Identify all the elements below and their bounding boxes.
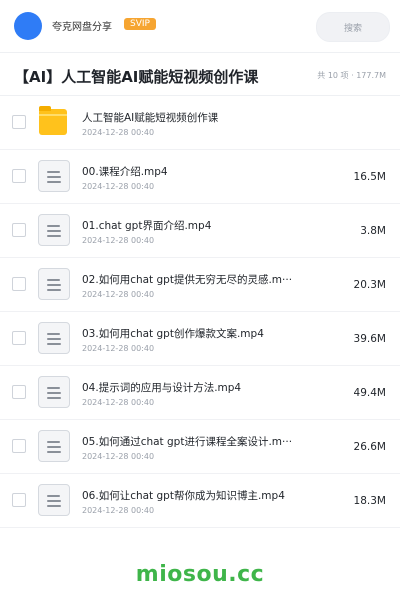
- avatar[interactable]: [14, 12, 42, 40]
- file-date: 2024-12-28 00:40: [82, 290, 155, 299]
- file-date: 2024-12-28 00:40: [82, 128, 155, 137]
- header-bar: 夸克网盘分享 SVIP 搜索: [0, 0, 400, 52]
- search-input[interactable]: 搜索: [316, 12, 390, 42]
- document-icon: [38, 322, 70, 354]
- page-title: 【AI】人工智能AI赋能短视频创作课: [14, 68, 259, 86]
- file-date: 2024-12-28 00:40: [82, 506, 155, 515]
- file-size: 49.4M: [353, 387, 386, 399]
- item-summary: 共 10 项 · 177.7M: [317, 71, 386, 80]
- document-icon: [38, 268, 70, 300]
- file-name: 01.chat gpt界面介绍.mp4: [82, 220, 212, 232]
- file-name: 00.课程介绍.mp4: [82, 166, 168, 178]
- file-date: 2024-12-28 00:40: [82, 344, 155, 353]
- title-row: 【AI】人工智能AI赋能短视频创作课 共 10 项 · 177.7M: [0, 58, 400, 94]
- row-checkbox[interactable]: [12, 439, 26, 453]
- file-name: 06.如何让chat gpt帮你成为知识博主.mp4: [82, 490, 285, 502]
- file-row[interactable]: 04.提示词的应用与设计方法.mp4 2024-12-28 00:40 49.4…: [0, 366, 400, 420]
- file-size: 26.6M: [353, 441, 386, 453]
- file-row[interactable]: 00.课程介绍.mp4 2024-12-28 00:40 16.5M: [0, 150, 400, 204]
- row-checkbox[interactable]: [12, 493, 26, 507]
- folder-icon: [38, 106, 70, 138]
- file-size: 16.5M: [353, 171, 386, 183]
- svip-badge: SVIP: [124, 18, 156, 30]
- file-name: 05.如何通过chat gpt进行课程全案设计.m···: [82, 436, 293, 448]
- file-date: 2024-12-28 00:40: [82, 236, 155, 245]
- file-name: 02.如何用chat gpt提供无穷无尽的灵感.m···: [82, 274, 293, 286]
- file-row[interactable]: 01.chat gpt界面介绍.mp4 2024-12-28 00:40 3.8…: [0, 204, 400, 258]
- header-divider: [0, 52, 400, 53]
- file-date: 2024-12-28 00:40: [82, 452, 155, 461]
- row-checkbox[interactable]: [12, 169, 26, 183]
- file-row[interactable]: 02.如何用chat gpt提供无穷无尽的灵感.m··· 2024-12-28 …: [0, 258, 400, 312]
- file-row[interactable]: 03.如何用chat gpt创作爆款文案.mp4 2024-12-28 00:4…: [0, 312, 400, 366]
- file-size: 3.8M: [360, 225, 386, 237]
- row-checkbox[interactable]: [12, 115, 26, 129]
- file-row[interactable]: 05.如何通过chat gpt进行课程全案设计.m··· 2024-12-28 …: [0, 420, 400, 474]
- document-icon: [38, 484, 70, 516]
- document-icon: [38, 430, 70, 462]
- file-name: 03.如何用chat gpt创作爆款文案.mp4: [82, 328, 264, 340]
- file-name: 04.提示词的应用与设计方法.mp4: [82, 382, 242, 394]
- row-checkbox[interactable]: [12, 331, 26, 345]
- watermark-text: miosou.cc: [135, 562, 265, 587]
- document-icon: [38, 160, 70, 192]
- file-name: 人工智能AI赋能短视频创作课: [82, 112, 219, 124]
- file-row[interactable]: 06.如何让chat gpt帮你成为知识博主.mp4 2024-12-28 00…: [0, 474, 400, 528]
- file-date: 2024-12-28 00:40: [82, 398, 155, 407]
- document-icon: [38, 376, 70, 408]
- site-name: 夸克网盘分享: [52, 22, 112, 33]
- file-row-folder[interactable]: 人工智能AI赋能短视频创作课 2024-12-28 00:40: [0, 96, 400, 150]
- file-list: 人工智能AI赋能短视频创作课 2024-12-28 00:40 00.课程介绍.…: [0, 96, 400, 528]
- file-size: 20.3M: [353, 279, 386, 291]
- row-checkbox[interactable]: [12, 223, 26, 237]
- row-checkbox[interactable]: [12, 277, 26, 291]
- document-icon: [38, 214, 70, 246]
- row-checkbox[interactable]: [12, 385, 26, 399]
- file-size: 18.3M: [353, 495, 386, 507]
- file-size: 39.6M: [353, 333, 386, 345]
- file-date: 2024-12-28 00:40: [82, 182, 155, 191]
